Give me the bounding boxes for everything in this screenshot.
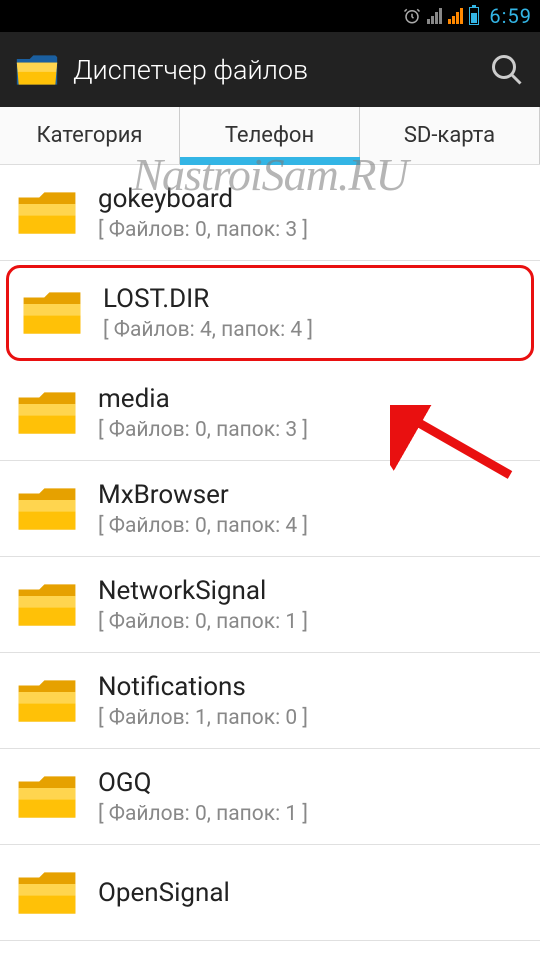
battery-icon [469,7,479,25]
status-time: 6:59 [489,4,532,28]
folder-icon [16,387,78,439]
folder-icon [16,483,78,535]
folder-icon [16,187,78,239]
folder-meta: [ Файлов: 0, папок: 1 ] [98,610,308,634]
folder-meta: [ Файлов: 4, папок: 4 ] [103,318,313,342]
folder-meta: [ Файлов: 0, папок: 3 ] [98,218,308,242]
list-item[interactable]: MxBrowser [ Файлов: 0, папок: 4 ] [0,461,540,557]
tab-category[interactable]: Категория [0,107,180,164]
folder-icon [16,867,78,919]
search-icon[interactable] [489,52,525,88]
tab-bar: Категория Телефон SD-карта [0,107,540,165]
folder-name: OGQ [98,768,308,798]
tab-phone[interactable]: Телефон [180,107,360,164]
tab-indicator [180,157,360,165]
list-item[interactable]: LOST.DIR [ Файлов: 4, папок: 4 ] [6,265,534,361]
folder-name: MxBrowser [98,480,308,510]
signal-icon-2 [448,8,463,24]
status-bar: 6:59 [0,0,540,32]
folder-meta: [ Файлов: 1, папок: 0 ] [98,706,308,730]
folder-meta: [ Файлов: 0, папок: 3 ] [98,418,308,442]
folder-icon [21,287,83,339]
folder-meta: [ Файлов: 0, папок: 4 ] [98,514,308,538]
folder-name: gokeyboard [98,184,308,214]
list-item[interactable]: Notifications [ Файлов: 1, папок: 0 ] [0,653,540,749]
folder-name: Notifications [98,672,308,702]
folder-icon [16,771,78,823]
app-title: Диспетчер файлов [73,54,489,86]
action-bar: Диспетчер файлов [0,32,540,107]
list-item[interactable]: OpenSignal [0,845,540,941]
folder-name: media [98,384,308,414]
folder-icon [16,675,78,727]
folder-name: LOST.DIR [103,284,313,314]
folder-name: OpenSignal [98,878,230,908]
folder-meta: [ Файлов: 0, папок: 1 ] [98,802,308,826]
signal-icon-1 [427,8,442,24]
list-item[interactable]: NetworkSignal [ Файлов: 0, папок: 1 ] [0,557,540,653]
list-item[interactable]: media [ Файлов: 0, папок: 3 ] [0,365,540,461]
folder-name: NetworkSignal [98,576,308,606]
list-item[interactable]: OGQ [ Файлов: 0, папок: 1 ] [0,749,540,845]
folder-icon [16,579,78,631]
list-item[interactable]: gokeyboard [ Файлов: 0, папок: 3 ] [0,165,540,261]
folder-list: gokeyboard [ Файлов: 0, папок: 3 ] LOST.DI… [0,165,540,941]
tab-sdcard[interactable]: SD-карта [360,107,540,164]
alarm-icon [403,7,421,25]
app-folder-icon [15,51,59,89]
